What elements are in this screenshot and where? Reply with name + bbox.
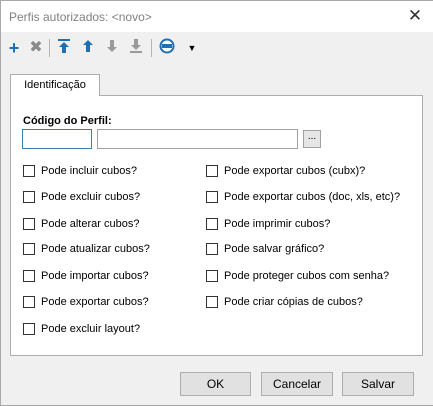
browse-button[interactable]: ... xyxy=(303,130,321,148)
cancel-button[interactable]: Cancelar xyxy=(261,372,333,396)
checkbox-label: Pode proteger cubos com senha? xyxy=(224,270,390,282)
checkbox-box[interactable] xyxy=(23,296,35,308)
window-title: Perfis autorizados: <novo> xyxy=(9,10,152,24)
toolbar-separator xyxy=(151,39,152,57)
checkbox-box[interactable] xyxy=(206,270,218,282)
title-bar: Perfis autorizados: <novo> ✕ xyxy=(1,1,433,32)
checkbox-box[interactable] xyxy=(23,218,35,230)
close-icon[interactable]: ✕ xyxy=(402,5,428,27)
move-up-icon[interactable] xyxy=(79,38,97,58)
checkbox-box[interactable] xyxy=(206,165,218,177)
tab-label: Identificação xyxy=(24,79,86,91)
checkbox-label: Pode exportar cubos? xyxy=(41,296,149,308)
checkbox-box[interactable] xyxy=(206,191,218,203)
checkbox-label: Pode imprimir cubos? xyxy=(224,218,331,230)
move-bottom-icon[interactable] xyxy=(127,38,145,58)
move-top-icon[interactable] xyxy=(55,38,73,58)
checkbox-label: Pode incluir cubos? xyxy=(41,165,138,177)
code-label: Código do Perfil: xyxy=(23,115,112,127)
save-button[interactable]: Salvar xyxy=(342,372,414,396)
dropdown-arrow-icon[interactable]: ▼ xyxy=(183,38,201,58)
dialog-window: Perfis autorizados: <novo> ✕ + ✖ ▼ Ident… xyxy=(0,0,433,406)
checkbox-box[interactable] xyxy=(206,218,218,230)
checkbox-box[interactable] xyxy=(23,270,35,282)
profile-name-input[interactable] xyxy=(97,129,298,149)
checkbox-label: Pode atualizar cubos? xyxy=(41,243,150,255)
grid-icon[interactable] xyxy=(158,38,176,58)
move-down-icon[interactable] xyxy=(103,38,121,58)
plus-icon[interactable]: + xyxy=(5,38,23,58)
checkbox-box[interactable] xyxy=(206,243,218,255)
checkbox-label: Pode importar cubos? xyxy=(41,270,149,282)
toolbar-separator xyxy=(49,39,50,57)
checkbox-label: Pode criar cópias de cubos? xyxy=(224,296,363,308)
checkbox-box[interactable] xyxy=(206,296,218,308)
delete-icon[interactable]: ✖ xyxy=(27,38,45,58)
checkbox-label: Pode excluir cubos? xyxy=(41,191,141,203)
toolbar: + ✖ ▼ xyxy=(1,34,433,62)
checkbox-label: Pode exportar cubos (cubx)? xyxy=(224,165,366,177)
checkbox-label: Pode excluir layout? xyxy=(41,323,141,335)
checkbox-box[interactable] xyxy=(23,191,35,203)
checkbox-label: Pode exportar cubos (doc, xls, etc)? xyxy=(224,191,401,203)
checkbox-box[interactable] xyxy=(23,243,35,255)
tab-identificacao[interactable]: Identificação xyxy=(10,74,100,96)
checkbox-box[interactable] xyxy=(23,323,35,335)
checkbox-label: Pode alterar cubos? xyxy=(41,218,140,230)
code-input[interactable] xyxy=(22,129,92,149)
checkbox-box[interactable] xyxy=(23,165,35,177)
checkbox-label: Pode salvar gráfico? xyxy=(224,243,325,255)
tab-panel: Código do Perfil: ... Pode incluir cubos… xyxy=(10,95,423,356)
ok-button[interactable]: OK xyxy=(180,372,251,396)
